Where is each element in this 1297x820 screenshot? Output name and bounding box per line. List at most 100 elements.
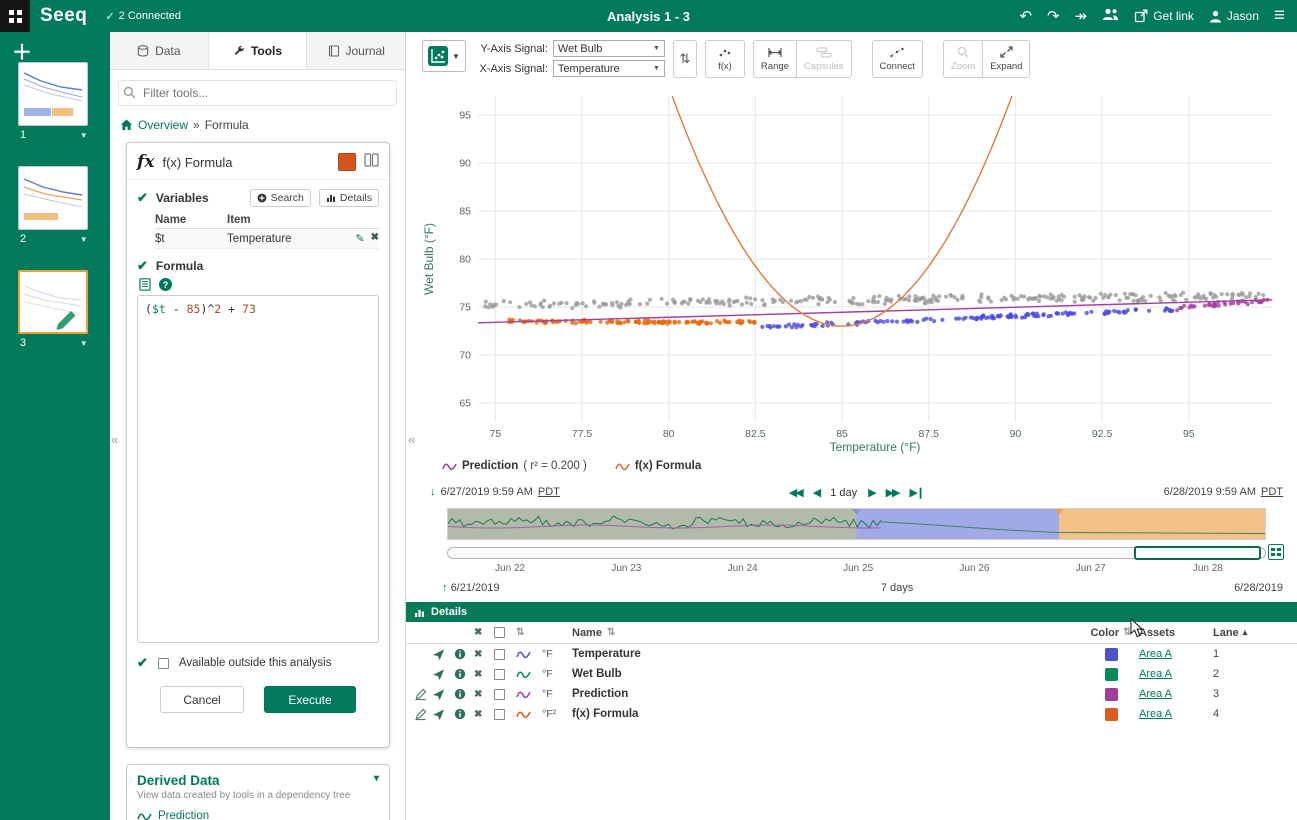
variables-details-button[interactable]: Details [319, 189, 379, 207]
timezone-link[interactable]: PDT [1261, 486, 1283, 498]
investigate-duration[interactable]: 7 days [881, 582, 913, 594]
redo-button[interactable]: ↷ [1047, 9, 1060, 24]
details-panel-header[interactable]: Details [406, 602, 1297, 622]
info-icon[interactable] [454, 648, 466, 660]
range-button[interactable]: Range [753, 40, 797, 78]
range-start-arrow-icon[interactable]: ↓ [430, 486, 436, 498]
hamburger-menu-icon[interactable]: ≡ [1274, 5, 1285, 27]
home-icon[interactable] [120, 119, 133, 131]
available-checkbox[interactable] [158, 658, 169, 669]
y-axis-signal-select[interactable]: Wet Bulb▼ [553, 40, 665, 57]
cancel-button[interactable]: Cancel [160, 686, 244, 713]
sort-icon[interactable]: ⇅ [607, 627, 615, 638]
calendar-icon[interactable] [1268, 544, 1284, 560]
row-checkbox[interactable] [494, 669, 505, 680]
color-swatch[interactable] [1105, 648, 1118, 661]
signal-name[interactable]: Prediction [572, 688, 1083, 700]
remove-variable-icon[interactable]: ✖ [371, 232, 379, 245]
edit-icon[interactable] [414, 688, 427, 701]
asset-link[interactable]: Area A [1139, 648, 1172, 660]
filter-tools-input[interactable] [118, 80, 397, 106]
derived-data-item[interactable]: Prediction [137, 810, 379, 820]
x-axis-signal-select[interactable]: Temperature▼ [553, 60, 665, 77]
row-checkbox[interactable] [494, 709, 505, 720]
range-slider-track[interactable] [447, 547, 1266, 559]
fx-tool-button[interactable]: f(x) [705, 40, 745, 78]
get-link-button[interactable]: Get link [1134, 9, 1194, 23]
forward-button[interactable]: ↠ [1075, 9, 1088, 24]
navigate-icon[interactable] [432, 668, 445, 681]
signal-name[interactable]: f(x) Formula [572, 708, 1083, 720]
remove-icon[interactable]: ✖ [474, 649, 494, 660]
info-icon[interactable] [454, 668, 466, 680]
chevron-down-icon[interactable]: ▾ [81, 130, 86, 141]
scatter-chart[interactable]: 7577.58082.58587.59092.59565707580859095… [420, 84, 1288, 456]
legend-item[interactable]: Prediction( r² = 0.200 ) [442, 460, 587, 472]
formula-editor[interactable]: ($t - 85)^2 + 73 [137, 295, 379, 643]
worksheet-preview[interactable] [18, 270, 88, 334]
app-launcher-button[interactable] [0, 0, 30, 32]
chevron-down-icon[interactable]: ▾ [81, 338, 86, 349]
document-icon[interactable] [139, 278, 151, 291]
tab-tools[interactable]: Tools [209, 32, 308, 69]
execute-button[interactable]: Execute [264, 686, 356, 713]
select-all-checkbox[interactable] [494, 627, 505, 638]
asset-link[interactable]: Area A [1139, 688, 1172, 700]
color-swatch[interactable] [1105, 688, 1118, 701]
step-back-much-icon[interactable]: ◀◀ [789, 486, 802, 499]
remove-icon[interactable]: ✖ [474, 689, 494, 700]
step-size-label[interactable]: 1 day [830, 487, 857, 499]
edit-icon[interactable] [414, 708, 427, 721]
expand-button[interactable]: Expand [983, 40, 1030, 78]
tab-data[interactable]: Data [110, 32, 209, 69]
edit-variable-icon[interactable]: ✎ [355, 232, 364, 245]
view-selector-button[interactable]: ▼ [422, 40, 466, 72]
investigate-start-arrow-icon[interactable]: ↑ [442, 582, 448, 594]
worksheet-thumbnail[interactable]: 2 ▾ [18, 166, 88, 245]
swap-axes-button[interactable]: ⇅ [673, 40, 697, 78]
breadcrumb-overview-link[interactable]: Overview [138, 118, 188, 132]
step-back-icon[interactable]: ◀ [813, 486, 819, 499]
asset-link[interactable]: Area A [1139, 668, 1172, 680]
undo-button[interactable]: ↶ [1019, 9, 1032, 24]
collapse-sidebar-handle[interactable]: « [111, 432, 118, 447]
signal-name[interactable]: Temperature [572, 648, 1083, 660]
worksheet-thumbnail[interactable]: 3 ▾ [18, 270, 88, 349]
navigate-icon[interactable] [432, 648, 445, 661]
user-menu[interactable]: Jason [1209, 9, 1259, 23]
navigate-icon[interactable] [432, 688, 445, 701]
step-forward-icon[interactable]: ▶ [868, 486, 874, 499]
legend-item[interactable]: f(x) Formula [615, 460, 701, 472]
prediction-link[interactable]: Prediction [158, 810, 209, 820]
timeline-strip[interactable] [447, 508, 1266, 540]
worksheet-preview[interactable] [18, 166, 88, 230]
color-swatch[interactable] [1105, 708, 1118, 721]
color-swatch[interactable] [1105, 668, 1118, 681]
worksheet-thumbnail[interactable]: 1 ▾ [18, 62, 88, 141]
range-slider-selection[interactable] [1134, 546, 1261, 560]
step-forward-much-icon[interactable]: ▶▶ [886, 486, 899, 499]
remove-icon[interactable]: ✖ [474, 669, 494, 680]
add-worksheet-button[interactable]: ＋ [12, 36, 32, 65]
expand-panel-icon[interactable] [364, 153, 379, 172]
tool-color-swatch[interactable] [338, 153, 356, 171]
remove-all-icon[interactable]: ✖ [474, 627, 494, 638]
table-row[interactable]: ✖ °F Prediction Area A 3 [406, 684, 1297, 704]
sort-ascending-icon[interactable]: ▴ [1243, 627, 1248, 638]
tab-journal[interactable]: Journal [307, 32, 405, 69]
collapse-tools-handle[interactable]: « [408, 432, 415, 447]
row-checkbox[interactable] [494, 689, 505, 700]
remove-icon[interactable]: ✖ [474, 709, 494, 720]
navigate-icon[interactable] [432, 708, 445, 721]
help-icon[interactable]: ? [159, 278, 172, 291]
sort-icon[interactable]: ⇅ [516, 627, 542, 638]
sort-icon[interactable]: ⇅ [1123, 627, 1131, 638]
formula-code[interactable]: ($t - 85)^2 + 73 [138, 296, 378, 322]
chevron-down-icon[interactable]: ▾ [374, 773, 379, 788]
step-to-end-icon[interactable]: ▶❙ [910, 486, 924, 499]
users-icon[interactable] [1102, 8, 1119, 24]
variables-search-button[interactable]: Search [250, 189, 311, 207]
derived-data-header[interactable]: Derived Data ▾ [137, 773, 379, 788]
chevron-down-icon[interactable]: ▾ [81, 234, 86, 245]
worksheet-preview[interactable] [18, 62, 88, 126]
